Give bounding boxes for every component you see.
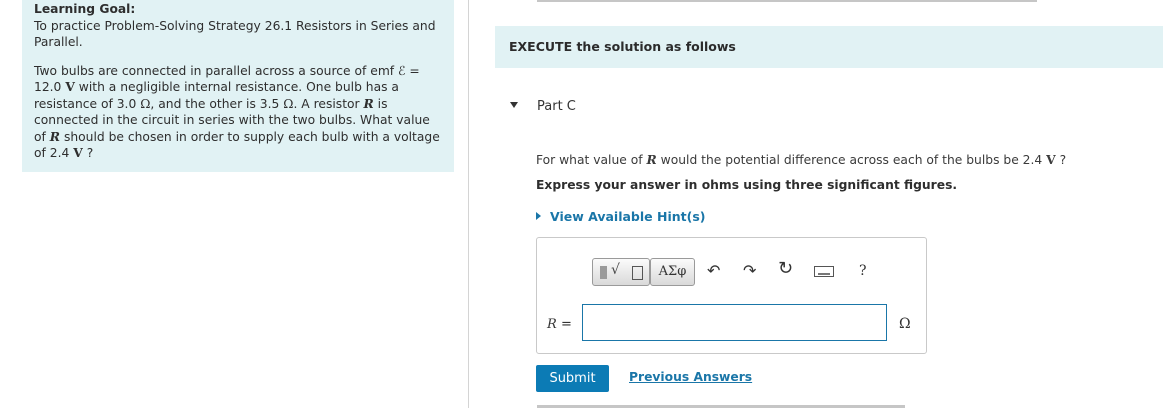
emf-symbol: ℰ [398, 63, 406, 78]
column-divider [468, 0, 469, 408]
answer-instruction: Express your answer in ohms using three … [536, 178, 958, 192]
reset-icon[interactable]: ↻ [778, 259, 793, 279]
learning-goal-title: Learning Goal: [34, 2, 136, 16]
problem-text: , and the other is 3.5 [150, 96, 280, 111]
redo-icon[interactable]: ↷ [743, 261, 756, 281]
part-title[interactable]: Part C [537, 99, 576, 114]
answer-variable: R [547, 317, 557, 332]
top-rule [537, 0, 1037, 2]
expand-triangle-icon [536, 212, 541, 220]
question-part: ? [1059, 153, 1067, 167]
problem-text: Two bulbs are connected in parallel acro… [34, 63, 395, 78]
greek-symbols-button[interactable]: ΑΣφ [650, 258, 695, 286]
volt-unit: V [1046, 152, 1056, 167]
ohm-unit: Ω [283, 96, 294, 111]
execute-banner: EXECUTE the solution as follows [495, 26, 1163, 68]
ohm-unit: Ω [140, 96, 151, 111]
placeholder-box-icon [632, 266, 643, 280]
resistor-variable: R [49, 128, 61, 144]
emf-value: 12.0 [34, 80, 62, 94]
problem-statement: Two bulbs are connected in parallel acro… [34, 63, 444, 162]
problem-text: ? [86, 146, 94, 160]
problem-text: . A resistor [293, 96, 360, 111]
equals-sign: = [409, 63, 420, 78]
hint-label: View Available Hint(s) [550, 209, 706, 224]
template-block-icon [600, 266, 607, 279]
volt-unit: V [65, 79, 75, 94]
learning-goal-panel: Learning Goal: To practice Problem-Solvi… [22, 0, 454, 172]
question-text: For what value of R would the potential … [536, 152, 1066, 167]
undo-icon[interactable]: ↶ [707, 261, 720, 281]
resistor-variable: R [363, 95, 374, 111]
answer-unit: Ω [899, 316, 911, 332]
help-icon[interactable]: ? [859, 261, 867, 281]
templates-radical-icon[interactable]: √ [592, 258, 650, 286]
question-part: would the potential difference across ea… [660, 153, 1043, 167]
question-part: For what value of [536, 153, 643, 167]
answer-equals: = [560, 317, 572, 332]
volt-unit: V [73, 145, 83, 160]
collapse-arrow-icon[interactable] [510, 102, 518, 108]
answer-box: √ ΑΣφ ↶ ↷ ↻ ? R = Ω [536, 237, 927, 354]
keyboard-icon[interactable] [814, 266, 834, 277]
submit-button[interactable]: Submit [536, 365, 609, 392]
keyboard-key [818, 273, 830, 275]
radical-icon: √ [611, 262, 620, 278]
answer-label: R = [547, 317, 572, 332]
learning-goal-subtitle: To practice Problem-Solving Strategy 26.… [34, 18, 436, 50]
view-hints-link[interactable]: View Available Hint(s) [536, 209, 705, 224]
answer-input[interactable] [582, 304, 887, 341]
resistor-variable: R [646, 152, 657, 167]
problem-text: should be chosen in order to supply each… [34, 129, 440, 161]
previous-answers-link[interactable]: Previous Answers [629, 370, 752, 384]
